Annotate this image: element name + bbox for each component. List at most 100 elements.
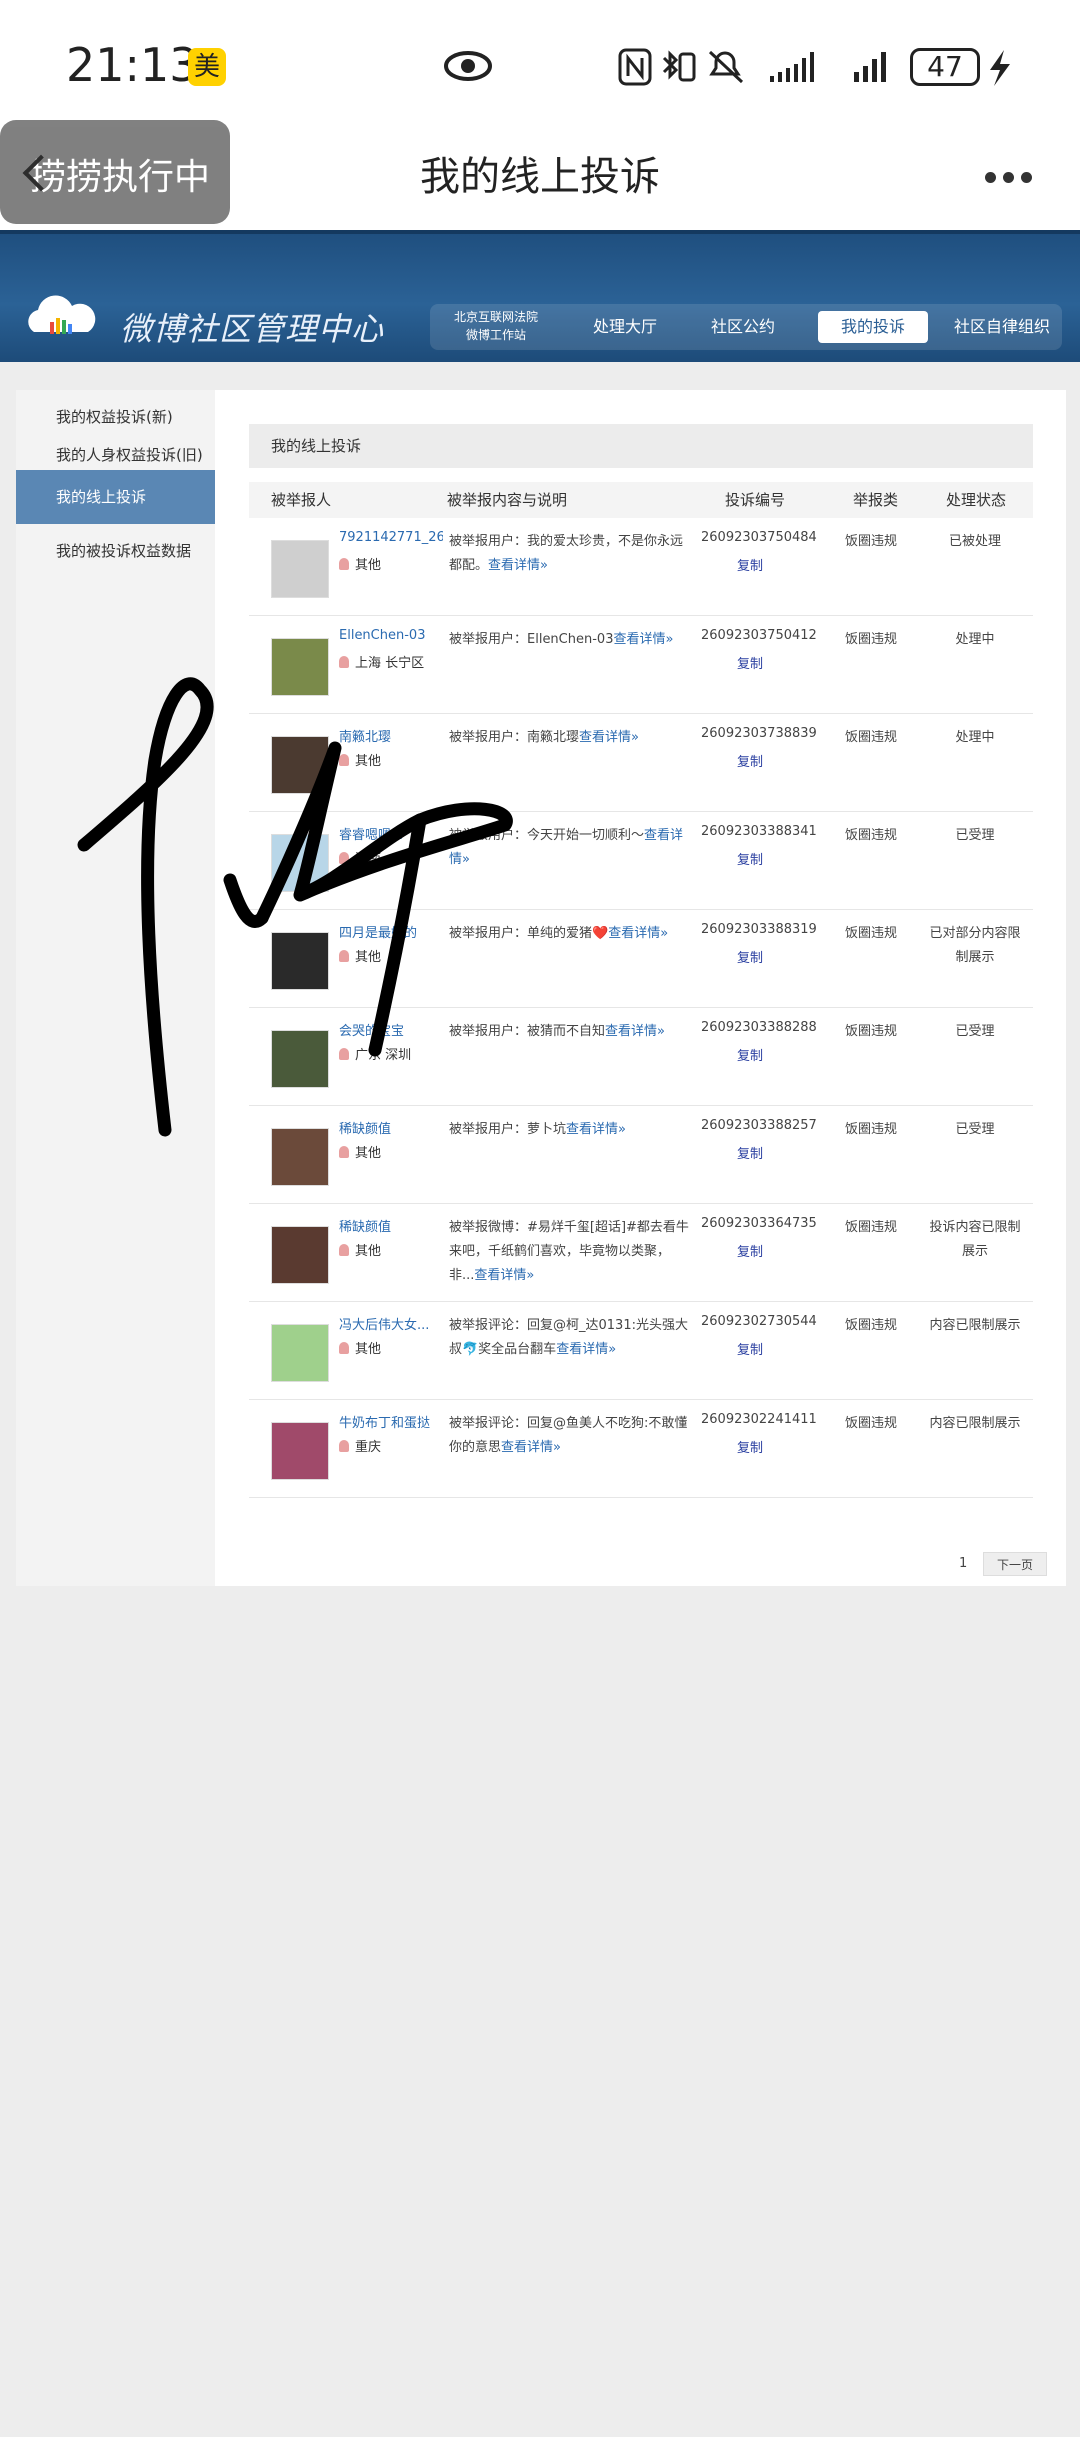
view-details-link[interactable]: 查看详情» — [608, 926, 668, 941]
table-row: 稀缺颜值 其他 被举报用户：萝卜坑查看详情» 26092303388257 复制 饭圈违规… — [249, 1106, 1033, 1204]
reported-user-name[interactable]: 稀缺颜值 — [339, 1216, 443, 1235]
sidebar-item-online[interactable]: 我的线上投诉 — [16, 470, 215, 524]
copy-button[interactable]: 复制 — [737, 1045, 763, 1064]
complaint-status: 内容已限制展示 — [929, 1318, 1021, 1333]
meituan-app-icon: 美 — [188, 48, 226, 86]
complaint-description: 被举报用户：EllenChen-03查看详情» — [449, 632, 674, 647]
page-number[interactable]: 1 — [959, 1556, 967, 1571]
copy-button[interactable]: 复制 — [737, 1339, 763, 1358]
cloud-logo-icon — [28, 295, 96, 334]
copy-button[interactable]: 复制 — [737, 555, 763, 574]
copy-button[interactable]: 复制 — [737, 947, 763, 966]
complaint-id: 26092303364735 — [701, 1216, 817, 1231]
complaint-id: 26092302241411 — [701, 1412, 817, 1427]
avatar[interactable] — [271, 638, 329, 696]
col-category: 举报类 — [853, 491, 899, 509]
user-location: 其他 — [339, 1338, 381, 1357]
col-status: 处理状态 — [946, 491, 1007, 509]
reported-user-name[interactable]: 牛奶布丁和蛋挞 — [339, 1412, 443, 1431]
complaint-status: 已对部分内容限制展示 — [929, 926, 1021, 965]
view-details-link[interactable]: 查看详情» — [566, 1122, 626, 1137]
avatar[interactable] — [271, 540, 329, 598]
reported-user-name[interactable]: 睿睿嗯嗯ni — [339, 824, 443, 843]
reported-user-name[interactable]: 南籁北璎 — [339, 726, 443, 745]
complaint-status: 内容已限制展示 — [929, 1416, 1021, 1431]
avatar[interactable] — [271, 736, 329, 794]
table-row: 7921142771_263 其他 被举报用户：我的爱太珍贵，不是你永远都配。查看详… — [249, 518, 1033, 616]
page-title: 我的线上投诉 — [420, 154, 660, 200]
user-location: 其他 — [339, 1240, 381, 1259]
avatar[interactable] — [271, 834, 329, 892]
complaint-status: 处理中 — [955, 632, 995, 647]
complaint-id: 26092302730544 — [701, 1314, 817, 1329]
complaint-description: 被举报用户：被猜而不自知查看详情» — [449, 1024, 665, 1039]
user-location: 广东 深圳 — [339, 1044, 411, 1063]
title-bar: 捞捞执行中 我的线上投诉 — [0, 110, 1080, 230]
nav-convention[interactable]: 社区公约 — [698, 304, 788, 350]
view-details-link[interactable]: 查看详情» — [579, 730, 639, 745]
complaint-category: 饭圈违规 — [845, 1122, 898, 1137]
complaint-description: 被举报评论：回复@鱼美人不吃狗:不敢懂你的意思查看详情» — [449, 1416, 688, 1455]
avatar[interactable] — [271, 932, 329, 990]
complaint-category: 饭圈违规 — [845, 828, 898, 843]
weibo-brand: 微博社区管理中心 — [120, 310, 385, 348]
copy-button[interactable]: 复制 — [737, 1143, 763, 1162]
view-details-link[interactable]: 查看详情» — [501, 1440, 561, 1455]
complaint-status: 已受理 — [955, 1122, 995, 1137]
view-details-link[interactable]: 查看详情» — [605, 1024, 665, 1039]
avatar[interactable] — [271, 1324, 329, 1382]
nav-self-discipline[interactable]: 社区自律组织 — [946, 304, 1058, 350]
eye-icon — [444, 51, 492, 81]
next-page-button[interactable]: 下一页 — [983, 1552, 1047, 1576]
status-time: 21:13 — [66, 38, 199, 92]
complaint-category: 饭圈违规 — [845, 1416, 898, 1431]
reported-user-name[interactable]: 会哭的宝宝 — [339, 1020, 443, 1039]
copy-button[interactable]: 复制 — [737, 1437, 763, 1456]
table-row: 牛奶布丁和蛋挞 重庆 被举报评论：回复@鱼美人不吃狗:不敢懂你的意思查看详情» 260… — [249, 1400, 1033, 1498]
user-icon — [339, 1146, 349, 1158]
complaint-status: 已受理 — [955, 828, 995, 843]
user-icon — [339, 1048, 349, 1060]
complaint-description: 被举报微博：#易烊千玺[超话]#都去看牛来吧，千纸鹤们喜欢，毕竟物以类聚，非..… — [449, 1220, 689, 1283]
complaint-description: 被举报用户：南籁北璎查看详情» — [449, 730, 639, 745]
avatar[interactable] — [271, 1422, 329, 1480]
bluetooth-icon — [662, 50, 696, 82]
complaint-id: 26092303750412 — [701, 628, 817, 643]
view-details-link[interactable]: 查看详情» — [488, 558, 548, 573]
copy-button[interactable]: 复制 — [737, 653, 763, 672]
table-row: EllenChen-03 上海 长宁区 被举报用户：EllenChen-03查看详情… — [249, 616, 1033, 714]
complaint-description: 被举报用户：我的爱太珍贵，不是你永远都配。查看详情» — [449, 534, 684, 573]
reported-user-name[interactable]: 稀缺颜值 — [339, 1118, 443, 1137]
nav-hall[interactable]: 处理大厅 — [580, 304, 670, 350]
complaint-category: 饭圈违规 — [845, 632, 898, 647]
user-icon — [339, 754, 349, 766]
table-row: 冯大后伟大女... 其他 被举报评论：回复@柯_达0131:光头强大叔🐬奖全品台翻车… — [249, 1302, 1033, 1400]
view-details-link[interactable]: 查看详情» — [474, 1268, 534, 1283]
reported-user-name[interactable]: 7921142771_263 — [339, 530, 443, 545]
copy-button[interactable]: 复制 — [737, 751, 763, 770]
signal-icon — [770, 52, 814, 82]
user-location: 河南 — [339, 848, 381, 867]
table-header: 被举报人 被举报内容与说明 投诉编号 举报类 处理状态 — [249, 482, 1033, 518]
avatar[interactable] — [271, 1030, 329, 1088]
court-link[interactable]: 北京互联网法院 微博工作站 — [446, 308, 546, 344]
reported-user-name[interactable]: EllenChen-03 — [339, 628, 443, 643]
reported-user-name[interactable]: 冯大后伟大女... — [339, 1314, 443, 1333]
avatar[interactable] — [271, 1226, 329, 1284]
complaint-category: 饭圈违规 — [845, 926, 898, 941]
complaint-category: 饭圈违规 — [845, 730, 898, 745]
copy-button[interactable]: 复制 — [737, 1241, 763, 1260]
mute-icon — [708, 50, 744, 84]
reported-user-name[interactable]: 四月是最好的 — [339, 922, 443, 941]
avatar[interactable] — [271, 1128, 329, 1186]
sidebar-item-complained-data[interactable]: 我的被投诉权益数据 — [16, 524, 215, 578]
view-details-link[interactable]: 查看详情» — [556, 1342, 616, 1357]
user-location: 重庆 — [339, 1436, 381, 1455]
view-details-link[interactable]: 查看详情» — [613, 632, 673, 647]
more-dots-icon[interactable] — [985, 168, 1039, 187]
copy-button[interactable]: 复制 — [737, 849, 763, 868]
complaint-description: 被举报用户：单纯的爱猪❤️查看详情» — [449, 926, 669, 941]
nav-my-complaints[interactable]: 我的投诉 — [818, 311, 928, 343]
complaint-id: 26092303750484 — [701, 530, 817, 545]
battery-indicator: 47 — [910, 48, 980, 86]
